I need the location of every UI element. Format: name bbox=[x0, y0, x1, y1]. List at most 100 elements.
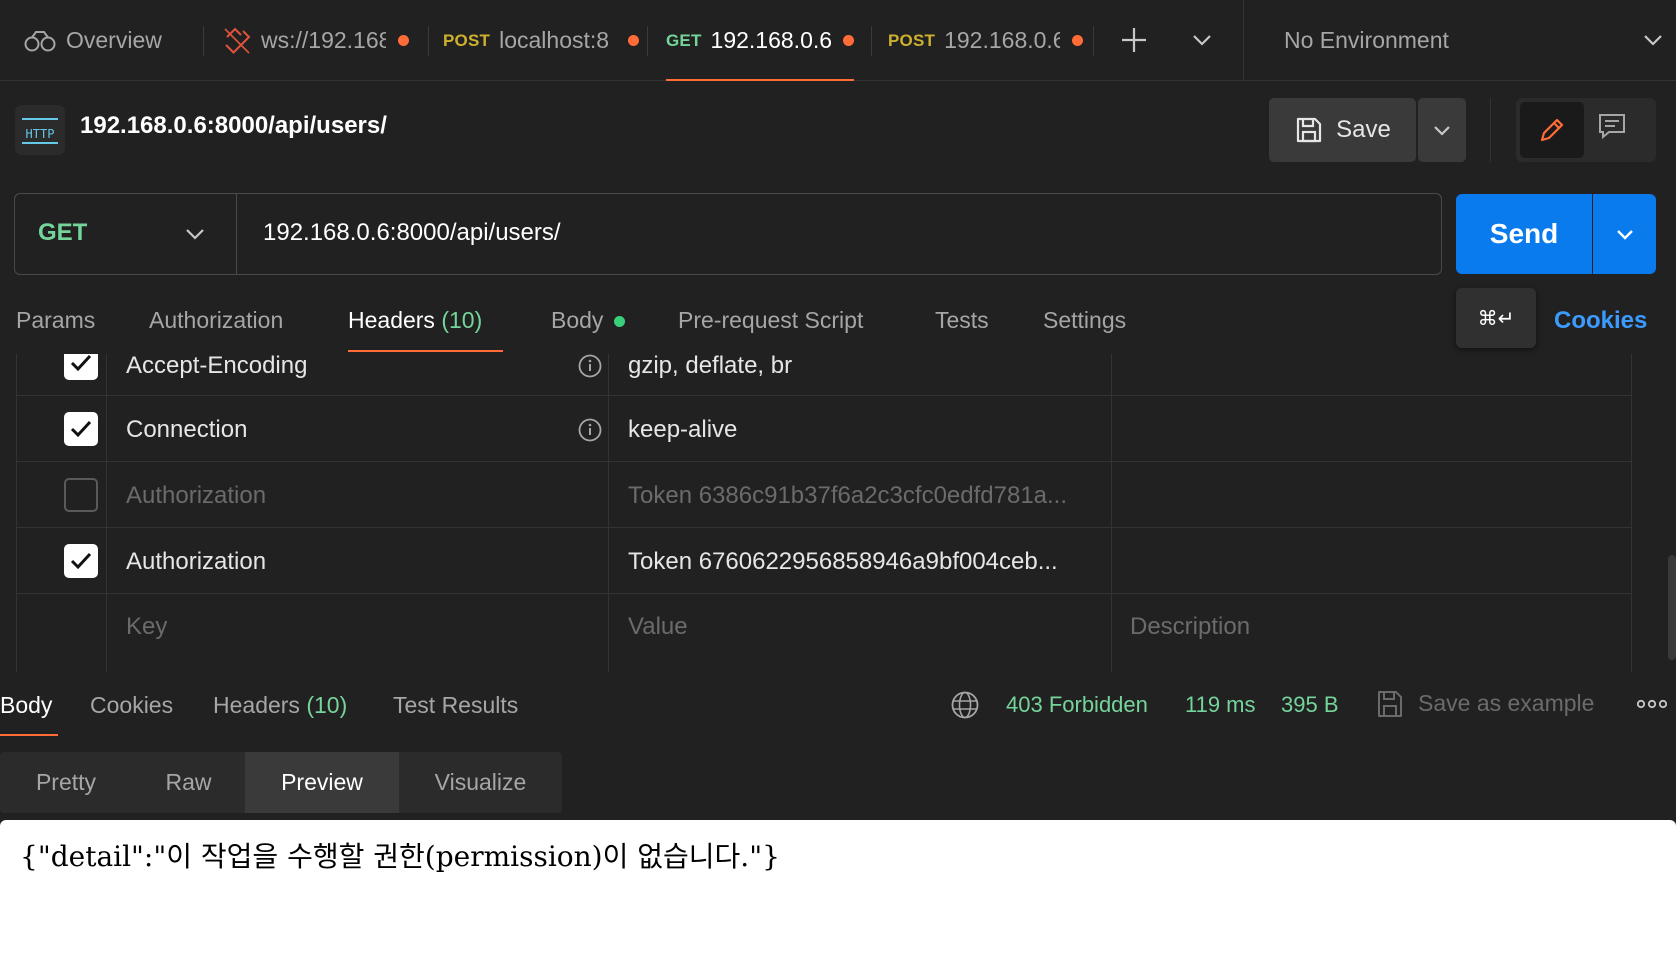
tab-body-label: Body bbox=[551, 307, 604, 333]
tab-headers-label: Headers bbox=[348, 307, 435, 333]
view-preview[interactable]: Preview bbox=[245, 752, 399, 813]
comments-icon[interactable] bbox=[1596, 110, 1628, 142]
tab-method: POST bbox=[443, 30, 491, 50]
unsaved-dot bbox=[398, 35, 409, 46]
http-badge-text: HTTP bbox=[26, 127, 55, 141]
table-row-new: Key Value Description bbox=[16, 594, 1632, 660]
response-preview-text: {"detail":"이 작업을 수행할 권한(permission)이 없습니… bbox=[20, 840, 780, 873]
headers-table: Accept-Encoding gzip, deflate, br Connec… bbox=[16, 354, 1632, 672]
response-time[interactable]: 119 ms bbox=[1185, 692, 1256, 718]
header-value[interactable]: Token 6386c91b37f6a2c3cfc0edfd781a... bbox=[628, 482, 1118, 510]
method-select[interactable]: GET bbox=[15, 194, 237, 274]
chevron-down-icon bbox=[1616, 230, 1633, 240]
response-headers-count: (10) bbox=[306, 692, 348, 718]
tab-authorization[interactable]: Authorization bbox=[149, 307, 283, 334]
scrollbar[interactable] bbox=[1668, 555, 1676, 660]
cookies-link[interactable]: Cookies bbox=[1554, 307, 1647, 335]
method-chevron-down-icon bbox=[183, 224, 207, 244]
header-value[interactable]: keep-alive bbox=[628, 416, 737, 444]
row-checkbox[interactable] bbox=[64, 412, 98, 446]
tab-method: POST bbox=[888, 30, 936, 50]
response-headers-label: Headers bbox=[213, 692, 300, 718]
request-title[interactable]: 192.168.0.6:8000/api/users/ bbox=[80, 112, 387, 140]
value-input[interactable]: Value bbox=[628, 613, 688, 641]
header-key[interactable]: Authorization bbox=[126, 482, 266, 510]
tab-label: ws://192.168 bbox=[261, 27, 386, 53]
header-value[interactable]: Token 6760622956858946a9bf004ceb... bbox=[628, 548, 1118, 576]
url-input[interactable]: 192.168.0.6:8000/api/users/ bbox=[263, 219, 561, 247]
save-example-icon bbox=[1375, 688, 1405, 720]
save-dropdown-button[interactable] bbox=[1418, 98, 1466, 162]
unsaved-dot bbox=[843, 35, 854, 46]
save-as-example-button[interactable]: Save as example bbox=[1418, 690, 1594, 717]
view-raw[interactable]: Raw bbox=[132, 752, 245, 813]
body-status-dot bbox=[613, 316, 625, 328]
info-icon[interactable] bbox=[578, 418, 602, 442]
tab-pre-request-script[interactable]: Pre-request Script bbox=[678, 307, 863, 334]
tab-bar: Overview ws://192.168 POST localhost:8 G… bbox=[0, 0, 1676, 81]
tab-method: GET bbox=[666, 30, 702, 50]
more-options-icon[interactable] bbox=[1636, 696, 1668, 712]
save-icon bbox=[1294, 115, 1324, 145]
send-shortcut-tooltip: ⌘↵ bbox=[1456, 288, 1536, 348]
table-row: Authorization Token 6386c91b37f6a2c3cfc0… bbox=[16, 462, 1632, 528]
row-checkbox[interactable] bbox=[64, 354, 98, 380]
environment-chevron-down-icon[interactable] bbox=[1641, 30, 1665, 50]
response-size[interactable]: 395 B bbox=[1281, 692, 1339, 718]
view-visualize[interactable]: Visualize bbox=[399, 752, 562, 813]
mode-toggle bbox=[1516, 98, 1656, 162]
environment-select[interactable]: No Environment bbox=[1284, 27, 1449, 54]
header-key[interactable]: Connection bbox=[126, 416, 247, 444]
unsaved-dot bbox=[628, 35, 640, 46]
unsaved-dot bbox=[1072, 35, 1084, 46]
tab-label: localhost:8 bbox=[499, 27, 610, 53]
tab-label: 192.168.0.6: bbox=[710, 27, 832, 53]
method-label: GET bbox=[38, 219, 88, 246]
description-input[interactable]: Description bbox=[1130, 613, 1250, 641]
active-tab-indicator bbox=[0, 734, 58, 736]
key-input[interactable]: Key bbox=[126, 613, 167, 641]
tab-tests[interactable]: Tests bbox=[935, 307, 989, 334]
tabs-chevron-down-icon[interactable] bbox=[1190, 30, 1214, 50]
tab-settings[interactable]: Settings bbox=[1043, 307, 1126, 334]
send-button[interactable]: Send bbox=[1456, 194, 1592, 274]
info-icon[interactable] bbox=[578, 354, 602, 378]
tab-params[interactable]: Params bbox=[16, 307, 95, 334]
tab-body[interactable]: Body bbox=[551, 307, 625, 334]
response-tab-headers[interactable]: Headers (10) bbox=[213, 692, 347, 719]
header-key[interactable]: Authorization bbox=[126, 548, 266, 576]
globe-icon[interactable] bbox=[950, 690, 980, 720]
save-button[interactable]: Save bbox=[1269, 98, 1416, 162]
response-tab-cookies[interactable]: Cookies bbox=[90, 692, 173, 719]
http-icon: HTTP bbox=[15, 105, 65, 155]
tab-post-localhost[interactable]: POST localhost:8 bbox=[443, 0, 640, 81]
table-row: Connection keep-alive bbox=[16, 396, 1632, 462]
table-row: Authorization Token 6760622956858946a9bf… bbox=[16, 528, 1632, 594]
view-pretty[interactable]: Pretty bbox=[0, 752, 132, 813]
tab-label: 192.168.0.6 bbox=[944, 27, 1061, 53]
tab-websocket[interactable]: ws://192.168 bbox=[223, 0, 409, 81]
websocket-icon bbox=[223, 27, 251, 55]
row-checkbox[interactable] bbox=[64, 544, 98, 578]
response-tab-body[interactable]: Body bbox=[0, 692, 52, 719]
view-mode-selector: Pretty Raw Preview Visualize bbox=[0, 752, 562, 813]
save-label: Save bbox=[1336, 116, 1391, 143]
header-key[interactable]: Accept-Encoding bbox=[126, 354, 307, 380]
response-tab-test-results[interactable]: Test Results bbox=[393, 692, 518, 719]
status-code[interactable]: 403 Forbidden bbox=[1006, 692, 1148, 718]
tab-headers[interactable]: Headers (10) bbox=[348, 307, 482, 334]
chevron-down-icon bbox=[1434, 126, 1450, 136]
send-dropdown-button[interactable] bbox=[1593, 194, 1656, 274]
overview-icon bbox=[24, 30, 56, 52]
tab-post-192[interactable]: POST 192.168.0.6 bbox=[888, 0, 1084, 81]
header-value[interactable]: gzip, deflate, br bbox=[628, 354, 792, 380]
active-tab-indicator bbox=[348, 350, 503, 352]
tab-get-users[interactable]: GET 192.168.0.6: bbox=[666, 0, 854, 81]
edit-pencil-icon[interactable] bbox=[1520, 102, 1584, 158]
row-checkbox[interactable] bbox=[64, 478, 98, 512]
tab-label: Overview bbox=[66, 27, 162, 53]
url-bar: GET 192.168.0.6:8000/api/users/ bbox=[14, 193, 1442, 275]
table-row: Accept-Encoding gzip, deflate, br bbox=[16, 354, 1632, 396]
tab-overview[interactable]: Overview bbox=[24, 0, 162, 81]
new-tab-plus-icon[interactable] bbox=[1119, 25, 1149, 55]
